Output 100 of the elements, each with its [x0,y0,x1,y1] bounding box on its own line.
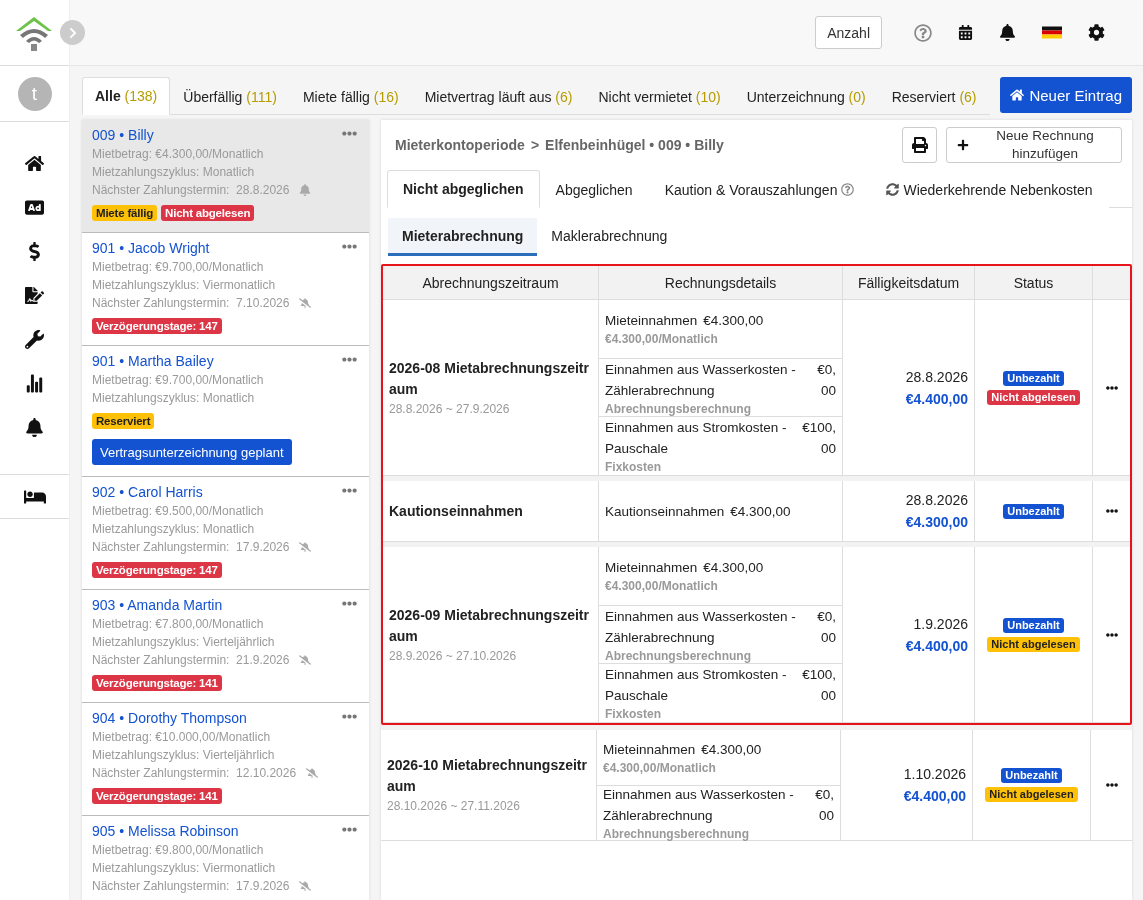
rent-text: Mietbetrag: €4.300,00/Monatlich [92,146,265,163]
help-icon[interactable] [914,23,932,42]
item-amount: €4.300,00 [703,559,764,578]
item-amount: €4.300,00 [730,502,791,521]
breadcrumb-item: Elfenbeinhügel • 009 • Billy [545,137,724,153]
item-name: Mieteinnahmen [605,559,698,578]
calendar-icon[interactable] [958,25,973,40]
settings-icon[interactable] [1088,24,1105,41]
rent-text: Mietbetrag: €9.800,00/Monatlich [92,842,265,859]
sub-tab[interactable]: Mieterabrechnung [388,218,538,256]
cycle-text: Mietzahlungszyklus: Viermonatlich [92,277,277,294]
period-range: 28.8.2026 ~ 27.9.2026 [389,400,511,418]
rent-text: Mietbetrag: €10.000,00/Monatlich [92,729,272,746]
status-badge: Unbezahlt [1001,768,1062,783]
next-payment-text: Nächster Zahlungstermin: 28.8.2026 [92,182,290,199]
item-amount: €4.300,00 [703,312,764,331]
next-payment-text: Nächster Zahlungstermin: 7.10.2026 [92,295,290,312]
home-icon [1010,88,1025,102]
tab[interactable]: Nicht abgeglichen [387,170,540,208]
tenant-name: 901 • Martha Bailey [92,352,214,371]
cycle-text: Mietzahlungszyklus: Viermonatlich [92,860,277,877]
column-header: Abrechnungszeitraum [383,266,599,300]
due-date: 1.9.2026 [913,614,968,634]
period-title: Kautionseinnahmen [389,501,524,521]
tenant-name: 901 • Jacob Wright [92,239,210,258]
item-note: Abrechnungsberechnung [603,825,750,842]
rent-text: Mietbetrag: €9.500,00/Monatlich [92,503,265,520]
item-amount: €0,00 [817,360,836,400]
refresh-icon [886,183,900,196]
column-header [1093,266,1130,300]
period-title: 2026-08 Mietabrechnungszeitraum [389,358,590,399]
item-name: Einnahmen aus Wasserkosten - Zählerabrechnung [603,785,795,825]
rent-text: Mietbetrag: €9.700,00/Monatlich [92,372,265,389]
tenant-name: 009 • Billy [92,126,154,145]
ad-icon[interactable] [22,197,47,218]
next-payment-text: Nächster Zahlungstermin: 21.9.2026 [92,652,290,669]
item-name: Einnahmen aus Stromkosten - Pauschale [605,419,788,459]
status-tag: Verzögerungstage: 147 [92,318,222,334]
total-amount: €4.400,00 [905,636,968,656]
bell-icon[interactable] [999,24,1016,41]
item-note: Fixkosten [605,459,662,476]
tenant-name: 904 • Dorothy Thompson [92,709,247,728]
wrench-icon[interactable] [22,329,47,350]
column-header: Fälligkeitsdatum [843,266,975,300]
new-entry-button[interactable]: Neuer Eintrag [1000,77,1132,113]
column-header: Rechnungsdetails [599,266,843,300]
item-name: Mieteinnahmen [603,740,696,759]
next-payment-text: Nächster Zahlungstermin: 17.9.2026 [92,539,290,556]
item-amount: €100,00 [802,419,836,459]
cycle-text: Mietzahlungszyklus: Vierteljährlich [92,634,276,651]
count-button[interactable]: Anzahl [815,16,882,49]
document-signature-icon[interactable] [22,285,47,306]
next-payment-text: Nächster Zahlungstermin: 17.9.2026 [92,878,290,895]
status-badge: Unbezahlt [1003,503,1064,519]
filter-tab[interactable]: Alle (138) [82,77,171,115]
item-note: Fixkosten [605,706,662,723]
status-badge: Nicht abgelesen [985,787,1078,802]
status-badge: Unbezahlt [1003,370,1064,386]
status-badge: Unbezahlt [1003,617,1064,633]
cycle-text: Mietzahlungszyklus: Monatlich [92,521,256,538]
tenant-name: 902 • Carol Harris [92,483,203,502]
contract-button[interactable]: Vertragsunterzeichnung geplant [92,439,292,465]
home-icon[interactable] [22,153,47,174]
item-amount: €0,00 [815,785,834,825]
item-note: €4.300,00/Monatlich [605,331,719,348]
plus-icon [957,139,969,151]
total-amount: €4.400,00 [903,787,966,806]
filter-tab[interactable]: Miete fällig (16) [289,77,412,115]
filter-tab[interactable]: Unterzeichnung (0) [733,77,879,115]
cycle-text: Mietzahlungszyklus: Monatlich [92,390,256,407]
flag-icon[interactable] [1042,26,1062,39]
status-tag: Reserviert [92,413,155,429]
period-title: 2026-09 Mietabrechnungszeitraum [389,605,590,646]
item-name: Einnahmen aus Stromkosten - Pauschale [605,666,788,706]
print-button[interactable] [902,127,937,163]
column-header: Status [975,266,1093,300]
filter-tab[interactable]: Mietvertrag läuft aus (6) [411,77,586,115]
cycle-text: Mietzahlungszyklus: Monatlich [92,164,256,181]
period-title: 2026-10 Mietabrechnungszeitraum [387,756,588,796]
item-note: €4.300,00/Monatlich [605,578,719,595]
item-name: Einnahmen aus Wasserkosten - Zählerabrechnung [605,607,797,647]
item-name: Einnahmen aus Wasserkosten - Zählerabrechnung [605,360,797,400]
total-amount: €4.400,00 [905,389,968,409]
filter-tab[interactable]: Überfällig (111) [170,77,290,115]
status-badge: Nicht abgelesen [987,389,1080,405]
due-date: 28.8.2026 [905,367,968,387]
item-name: Mieteinnahmen [605,312,698,331]
cycle-text: Mietzahlungszyklus: Vierteljährlich [92,747,276,764]
due-date: 1.10.2026 [903,765,966,784]
next-payment-text: Nächster Zahlungstermin: 12.10.2026 [92,765,297,782]
add-invoice-button[interactable]: Neue Rechnung hinzufügen [946,127,1122,163]
filter-tab[interactable]: Nicht vermietet (10) [585,77,734,115]
item-amount: €0,00 [817,607,836,647]
item-name: Kautionseinnahmen [605,502,725,521]
period-range: 28.10.2026 ~ 27.11.2026 [387,798,521,815]
breadcrumb-item[interactable]: Mieterkontoperiode [395,137,525,153]
rent-text: Mietbetrag: €7.800,00/Monatlich [92,616,265,633]
tenant-card[interactable]: 901 • Martha Bailey Mietbetrag: €9.700,00/Monatlich Mietzahlungszyklus: Monatlich Reserviert Vertragsunterzeichnung geplant [82,346,369,477]
total-amount: €4.300,00 [905,513,968,532]
filter-tab[interactable]: Reserviert (6) [878,77,990,115]
